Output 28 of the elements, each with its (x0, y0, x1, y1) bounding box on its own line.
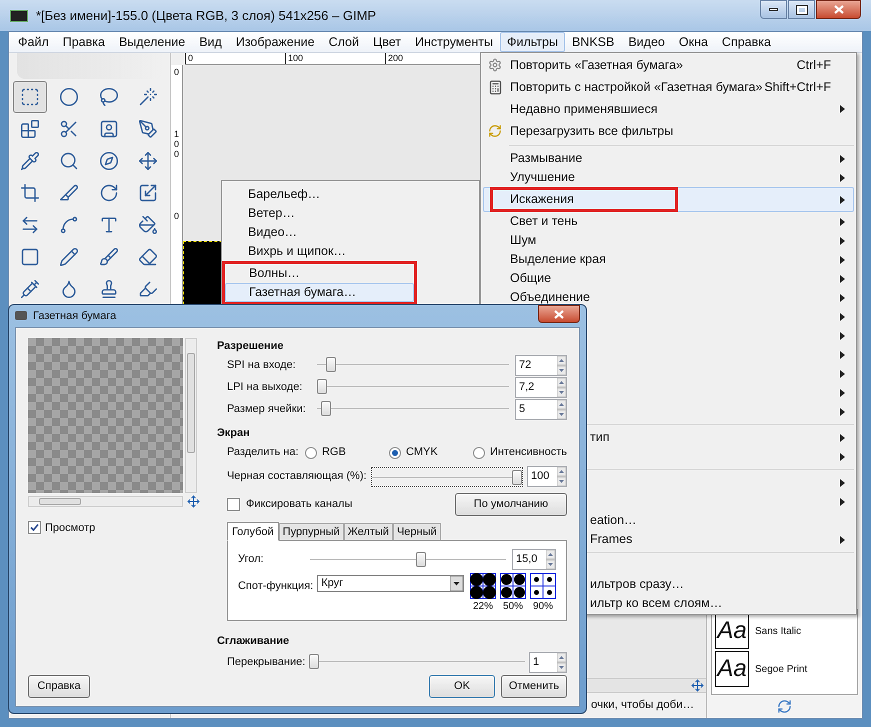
sample-label: 90% (532, 600, 553, 614)
field-label: Размер ячейки: (226, 402, 307, 417)
ruler-label: 100 (172, 129, 180, 159)
ruler-label: 0 (185, 53, 285, 64)
field-label: Черная составляющая (%): (226, 469, 367, 484)
field-label: Перекрывание: (226, 654, 306, 670)
font-name: Segoe Print (755, 662, 808, 676)
ruler-label: 0 (172, 67, 180, 77)
field-label: Разделить на: (226, 445, 300, 460)
highlight-frame: Искажения (490, 187, 678, 212)
section-heading: Экран (216, 426, 251, 441)
field-label: LPI на выходе: (226, 380, 304, 395)
shortcut-label: Shift+Ctrl+F (764, 78, 831, 96)
window-title: *[Без имени]-155.0 (Цвета RGB, 3 слоя) 541x256 – GIMP (36, 6, 378, 25)
field-label: Угол: (238, 552, 265, 568)
sample-label: 22% (472, 600, 493, 614)
ruler-label: 0 (172, 211, 180, 221)
field-label: SPI на входе: (226, 358, 297, 373)
dialog-title: Газетная бумага (33, 308, 118, 324)
shortcut-label: Ctrl+F (796, 56, 831, 74)
section-heading: Сглаживание (216, 634, 290, 648)
font-name: Sans Italic (755, 624, 802, 638)
sample-label: 50% (502, 600, 523, 614)
section-heading: Разрешение (216, 338, 285, 354)
ruler-label: 100 (285, 53, 385, 64)
field-label: Спот-функция: (238, 578, 314, 594)
font-sample: Aa (715, 651, 749, 687)
status-text: очки, чтобы доби… (591, 698, 694, 713)
